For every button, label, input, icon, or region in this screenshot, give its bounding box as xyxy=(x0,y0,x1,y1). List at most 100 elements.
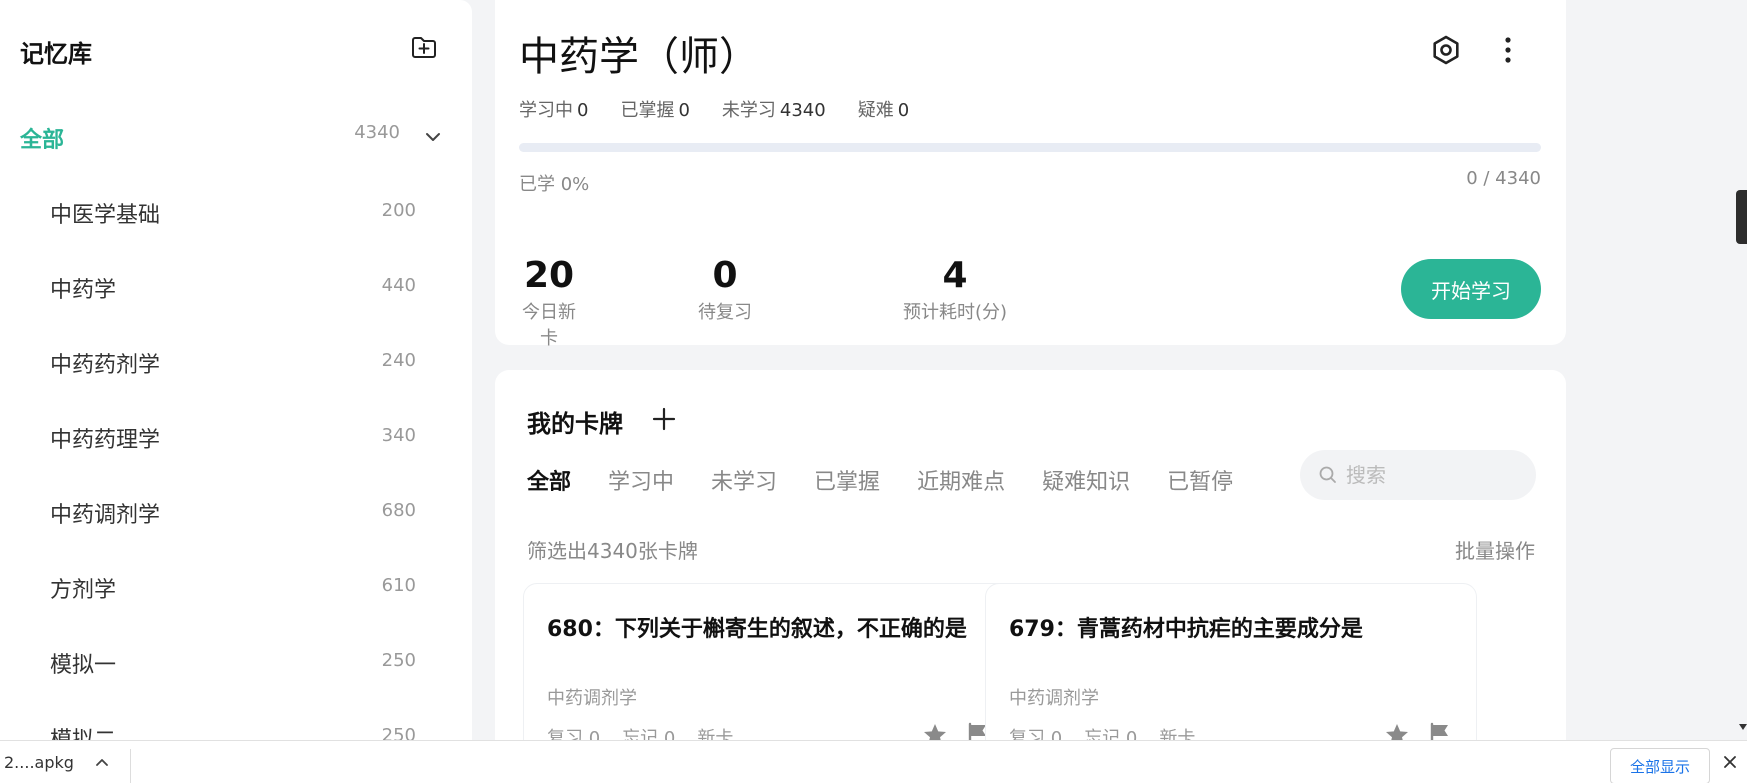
metric-value: 4 xyxy=(942,255,968,296)
card-title: 680：下列关于槲寄生的叙述，不正确的是 xyxy=(547,617,967,642)
card-forget-count: 忘记 0 xyxy=(1084,728,1138,740)
stat-value: 0 xyxy=(577,100,589,121)
tab-learning[interactable]: 学习中 xyxy=(608,464,674,496)
metric-new-cards: 20 今日新卡 xyxy=(519,256,579,350)
card-review-count: 复习 0 xyxy=(547,728,601,740)
search-input[interactable] xyxy=(1346,463,1526,487)
sidebar-item[interactable]: 中药药剂学 240 xyxy=(0,321,472,396)
sidebar: 记忆库 全部 4340 中医学基础 200 中药学 440 中药药剂学 240 … xyxy=(0,0,472,740)
page-title: 中药学（师） xyxy=(519,34,759,80)
progress-ratio: 0 / 4340 xyxy=(1466,168,1541,189)
metric-value: 0 xyxy=(712,255,738,296)
card-item[interactable]: 679：青蒿药材中抗疟的主要成分是 中药调剂学 复习 0 忘记 0 新卡 xyxy=(985,583,1477,740)
stat-value: 0 xyxy=(897,100,910,121)
chevron-down-icon[interactable] xyxy=(422,126,444,148)
download-bar: 2....apkg 全部显示 xyxy=(0,740,1747,783)
search-icon xyxy=(1319,466,1336,483)
scroll-down-arrow-icon[interactable] xyxy=(1739,724,1747,730)
sidebar-item[interactable]: 中药调剂学 680 xyxy=(0,471,472,546)
sidebar-item-label: 方剂学 xyxy=(50,578,117,603)
divider xyxy=(130,749,131,783)
tab-mastered[interactable]: 已掌握 xyxy=(814,464,880,496)
card-title: 679：青蒿药材中抗疟的主要成分是 xyxy=(1009,617,1363,642)
show-all-button[interactable]: 全部显示 xyxy=(1610,748,1710,783)
sidebar-item-label: 中医学基础 xyxy=(50,203,161,228)
sidebar-item-count: 240 xyxy=(381,350,416,371)
card-status: 新卡 xyxy=(697,728,734,740)
more-vertical-icon[interactable] xyxy=(1498,34,1518,66)
deck-stats: 学习中 0 已掌握 0 未学习 4340 疑难 0 xyxy=(519,96,909,122)
card-filter-tabs: 全部 学习中 未学习 已掌握 近期难点 疑难知识 已暂停 xyxy=(527,464,1270,496)
card-meta: 复习 0 忘记 0 新卡 xyxy=(1009,724,1195,740)
sidebar-item[interactable]: 模拟二 250 xyxy=(0,696,472,740)
stat-mastered: 已掌握 0 xyxy=(620,96,689,122)
sidebar-item-count: 680 xyxy=(381,500,416,521)
sidebar-item-count: 200 xyxy=(381,200,416,221)
card-item[interactable]: 680：下列关于槲寄生的叙述，不正确的是 中药调剂学 复习 0 忘记 0 新卡 xyxy=(523,583,1015,740)
stat-label: 疑难 xyxy=(857,100,894,121)
sidebar-item-label: 模拟一 xyxy=(50,653,117,678)
stat-unlearned: 未学习 4340 xyxy=(722,96,826,122)
sidebar-all-count: 4340 xyxy=(354,122,400,143)
sidebar-item[interactable]: 模拟一 250 xyxy=(0,621,472,696)
sidebar-item-count: 440 xyxy=(381,275,416,296)
star-icon[interactable] xyxy=(922,722,948,740)
sidebar-item-label: 中药学 xyxy=(50,278,117,303)
metric-label: 预计耗时(分) xyxy=(902,302,1008,323)
start-learning-button[interactable]: 开始学习 xyxy=(1401,259,1541,319)
sidebar-item[interactable]: 中药学 440 xyxy=(0,246,472,321)
sidebar-item-count: 610 xyxy=(381,575,416,596)
sidebar-item-all[interactable]: 全部 4340 xyxy=(20,122,450,153)
chevron-up-icon[interactable] xyxy=(94,755,110,771)
metric-label: 今日新卡 xyxy=(522,302,576,349)
metric-est-time: 4 预计耗时(分) xyxy=(900,256,1010,324)
card-category: 中药调剂学 xyxy=(1009,688,1099,709)
progress-percent: 已学 0% xyxy=(519,174,590,195)
card-meta: 复习 0 忘记 0 新卡 xyxy=(547,724,733,740)
filter-count: 筛选出4340张卡牌 xyxy=(527,539,698,563)
stat-label: 未学习 xyxy=(721,100,776,121)
stat-label: 学习中 xyxy=(519,100,573,121)
sidebar-title: 记忆库 xyxy=(20,40,92,68)
stat-difficult: 疑难 0 xyxy=(858,96,909,122)
side-panel-handle[interactable] xyxy=(1736,190,1747,244)
star-icon[interactable] xyxy=(1384,722,1410,740)
folder-plus-icon[interactable] xyxy=(410,33,438,61)
stat-value: 4340 xyxy=(779,100,826,121)
sidebar-item-label: 模拟二 xyxy=(50,722,116,740)
tab-paused[interactable]: 已暂停 xyxy=(1167,464,1233,496)
cards-title: 我的卡牌 xyxy=(527,410,623,438)
search-box[interactable] xyxy=(1300,450,1536,500)
metric-to-review: 0 待复习 xyxy=(695,256,755,324)
download-file-name[interactable]: 2....apkg xyxy=(4,753,74,772)
sidebar-item-label: 中药调剂学 xyxy=(50,503,161,528)
sidebar-item[interactable]: 中医学基础 200 xyxy=(0,171,472,246)
plus-icon[interactable] xyxy=(651,406,677,432)
metric-label: 待复习 xyxy=(698,302,752,323)
stat-label: 已掌握 xyxy=(620,100,675,121)
sidebar-item[interactable]: 中药药理学 340 xyxy=(0,396,472,471)
tab-recent-difficult[interactable]: 近期难点 xyxy=(917,464,1005,496)
flag-icon[interactable] xyxy=(1428,722,1452,740)
sidebar-item-count: 250 xyxy=(381,725,416,740)
sidebar-item-count: 250 xyxy=(381,650,416,671)
sidebar-item[interactable]: 方剂学 610 xyxy=(0,546,472,621)
close-icon[interactable] xyxy=(1722,754,1738,770)
gear-icon[interactable] xyxy=(1430,34,1462,66)
sidebar-item-count: 340 xyxy=(381,425,416,446)
tab-unlearned[interactable]: 未学习 xyxy=(711,464,777,496)
progress-bar xyxy=(519,143,1541,152)
batch-operation-button[interactable]: 批量操作 xyxy=(1455,535,1535,564)
my-cards-panel: 我的卡牌 全部 学习中 未学习 已掌握 近期难点 疑难知识 已暂停 筛选出434… xyxy=(495,370,1566,740)
sidebar-item-label: 中药药剂学 xyxy=(50,353,161,378)
card-review-count: 复习 0 xyxy=(1009,728,1063,740)
card-status: 新卡 xyxy=(1159,728,1196,740)
tab-all[interactable]: 全部 xyxy=(527,464,571,496)
stat-learning: 学习中 0 xyxy=(519,96,588,122)
stat-value: 0 xyxy=(678,100,690,121)
sidebar-all-label: 全部 xyxy=(20,128,65,153)
tab-difficult-knowledge[interactable]: 疑难知识 xyxy=(1042,464,1130,496)
sidebar-list: 中医学基础 200 中药学 440 中药药剂学 240 中药药理学 340 中药… xyxy=(0,171,472,740)
deck-header: 中药学（师） 学习中 0 已掌握 0 未学习 4340 疑难 0 已学 0% 0 / 4… xyxy=(495,0,1566,349)
card-forget-count: 忘记 0 xyxy=(622,728,676,740)
